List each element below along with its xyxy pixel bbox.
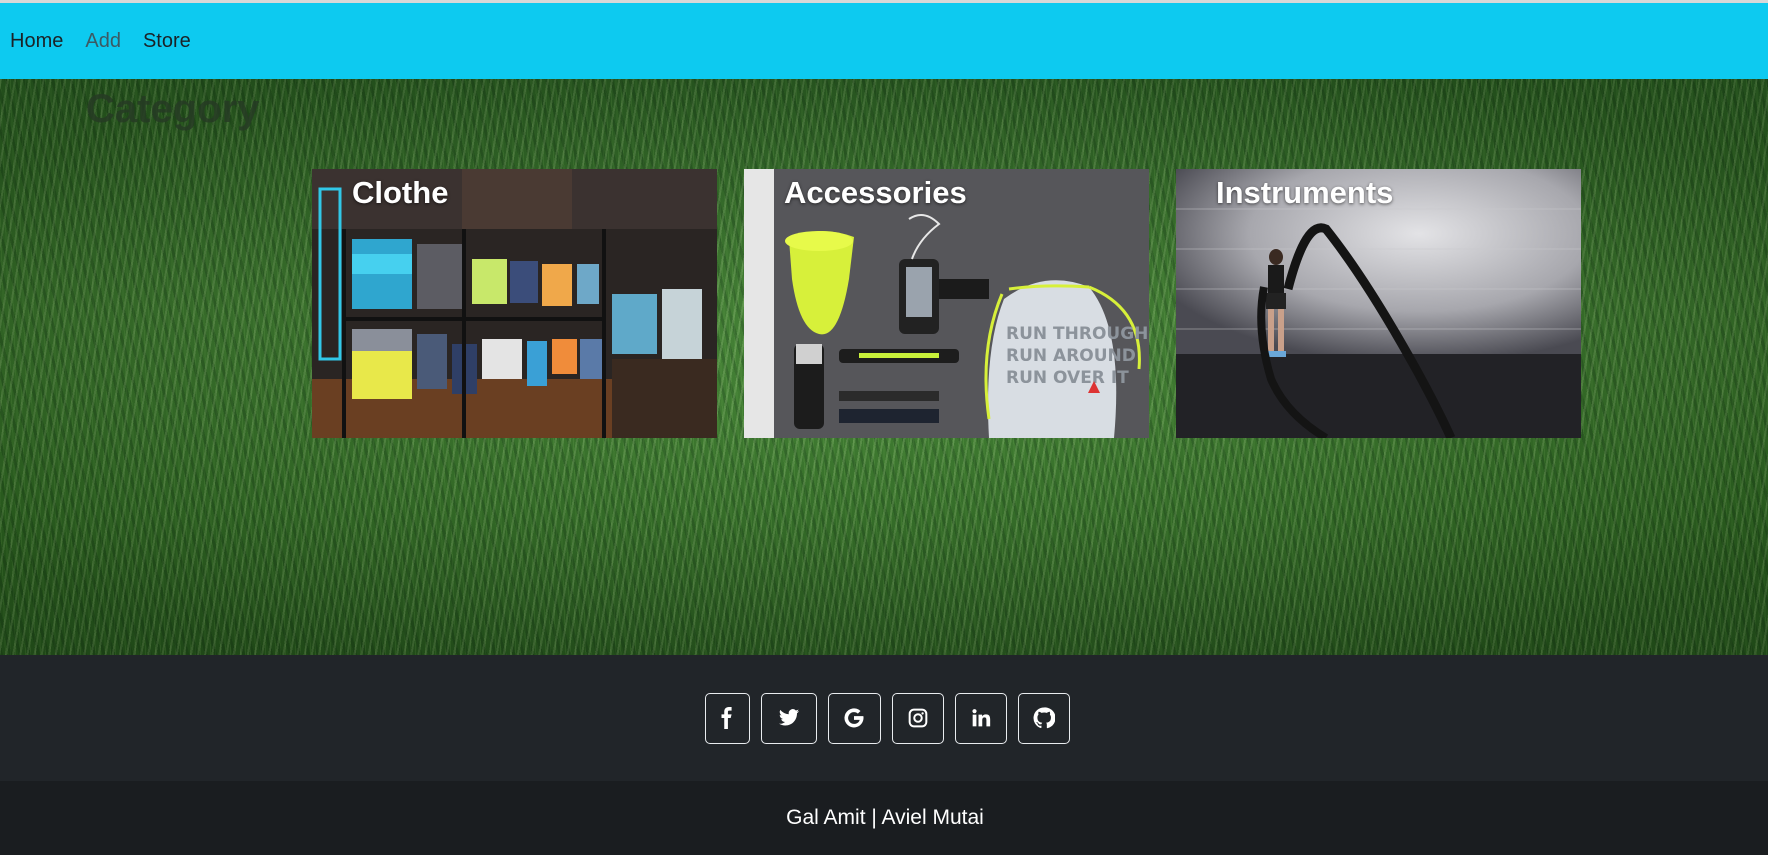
svg-text:RUN AROUND: RUN AROUND xyxy=(1006,346,1136,366)
svg-text:RUN OVER IT: RUN OVER IT xyxy=(1006,368,1129,388)
twitter-button[interactable] xyxy=(760,692,817,744)
nav-home-link[interactable]: Home xyxy=(10,30,63,53)
instagram-button[interactable] xyxy=(891,692,944,744)
google-icon xyxy=(844,708,864,728)
nav-store-link[interactable]: Store xyxy=(143,30,191,53)
card-title-accessories: Accessories xyxy=(784,175,967,210)
category-hero: Category Clothe RUN THROUGH RUN AROUND R… xyxy=(0,79,1768,655)
nav-add-link[interactable]: Add xyxy=(85,30,121,53)
category-card-accessories[interactable]: RUN THROUGH RUN AROUND RUN OVER IT Acces… xyxy=(744,169,1149,438)
social-links xyxy=(704,692,1070,744)
google-button[interactable] xyxy=(827,692,881,744)
page-title: Category xyxy=(86,87,260,131)
facebook-icon xyxy=(721,707,732,729)
instagram-icon xyxy=(908,708,927,728)
svg-text:RUN THROUGH: RUN THROUGH xyxy=(1006,324,1148,344)
category-card-clothe[interactable]: Clothe xyxy=(312,169,717,438)
twitter-icon xyxy=(778,709,799,726)
category-card-instruments[interactable]: Instruments xyxy=(1176,169,1581,438)
github-icon xyxy=(1033,707,1055,729)
linkedin-icon xyxy=(971,709,990,727)
navbar: Home Add Store xyxy=(0,3,1768,79)
copyright-footer: Gal Amit | Aviel Mutai xyxy=(0,781,1768,855)
github-button[interactable] xyxy=(1017,692,1070,744)
facebook-button[interactable] xyxy=(704,692,750,744)
credit-text: Gal Amit | Aviel Mutai xyxy=(786,806,984,829)
card-title-clothe: Clothe xyxy=(352,175,449,210)
card-title-instruments: Instruments xyxy=(1216,175,1394,210)
social-footer xyxy=(0,655,1768,781)
linkedin-button[interactable] xyxy=(954,692,1007,744)
